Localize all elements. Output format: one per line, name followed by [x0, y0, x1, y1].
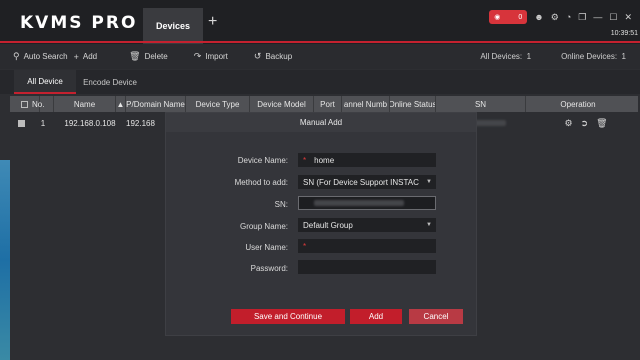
device-name-label: Device Name: — [237, 156, 288, 165]
password-input[interactable] — [298, 260, 436, 274]
cancel-button[interactable]: Cancel — [409, 309, 463, 324]
delete-label: Delete — [144, 52, 168, 61]
title-bar: KVMS PRO Devices + ◉ 0 ☻ ⚙ ◔ ❐ — ☐ ✕ 10:… — [0, 0, 640, 44]
col-port[interactable]: Port — [314, 96, 342, 112]
col-device-type[interactable]: Device Type — [186, 96, 250, 112]
save-and-continue-button[interactable]: Save and Continue — [231, 309, 345, 324]
group-name-select[interactable]: Default Group ▼ — [298, 218, 436, 232]
sn-label: SN: — [274, 200, 288, 209]
app-logo: KVMS PRO — [20, 13, 138, 33]
sn-input[interactable] — [298, 196, 436, 210]
delete-button[interactable]: 🗑 Delete — [129, 51, 168, 62]
add-button[interactable]: Add — [350, 309, 402, 324]
alarm-count: 0 — [518, 13, 523, 21]
add-label: Add — [82, 52, 98, 61]
alarm-bell-icon: ◉ — [494, 14, 501, 21]
chevron-down-icon: ▼ — [426, 179, 432, 185]
logout-device-icon[interactable]: ➲ — [581, 118, 589, 129]
chevron-down-icon: ▼ — [426, 222, 432, 228]
trash-icon: 🗑 — [129, 51, 141, 61]
device-subtabs: All Device Encode Device — [0, 70, 640, 94]
col-sn[interactable]: SN — [436, 96, 526, 112]
performance-icon[interactable]: ◔ — [566, 12, 571, 22]
col-ip-domain[interactable]: P/Domain Name — [126, 96, 186, 112]
col-device-model[interactable]: Device Model — [250, 96, 314, 112]
search-icon: ⚲ — [13, 51, 20, 61]
group-name-value: Default Group — [303, 220, 353, 230]
user-icon[interactable]: ☻ — [534, 12, 543, 22]
required-marker: * — [303, 241, 307, 251]
settings-icon[interactable]: ⚙ — [551, 12, 559, 23]
online-devices-count: Online Devices: 1 — [561, 52, 626, 61]
device-table-header: No. Name ▲ P/Domain Name Device Type Dev… — [10, 96, 638, 112]
add-button[interactable]: + Add — [74, 52, 98, 62]
dialog-title: Manual Add — [166, 113, 476, 132]
plus-icon: + — [73, 51, 79, 62]
import-button[interactable]: ↷ Import — [194, 51, 228, 62]
col-name[interactable]: Name — [54, 96, 116, 112]
sort-asc-icon[interactable]: ▲ — [116, 96, 126, 112]
close-icon[interactable]: ✕ — [624, 12, 632, 23]
col-online-status[interactable]: Online Status — [390, 96, 436, 112]
redacted-sn-input — [314, 200, 404, 206]
col-no[interactable]: No. — [32, 96, 54, 112]
row-operations: ⚙ ➲ 🗑 — [536, 115, 636, 131]
delete-device-icon[interactable]: 🗑 — [596, 118, 607, 129]
row-checkbox-cell[interactable] — [10, 115, 32, 131]
row-name: 192.168.0.108 — [64, 118, 116, 128]
tab-devices[interactable]: Devices — [143, 8, 203, 44]
col-operation: Operation — [560, 99, 596, 109]
backup-icon: ↺ — [253, 51, 262, 61]
method-to-add-value: SN (For Device Support INSTAC — [303, 177, 419, 187]
method-to-add-label: Method to add: — [234, 178, 288, 187]
select-all-checkbox[interactable] — [21, 100, 28, 108]
kvms-window: KVMS PRO Devices + ◉ 0 ☻ ⚙ ◔ ❐ — ☐ ✕ 10:… — [0, 0, 640, 360]
row-checkbox[interactable] — [17, 119, 25, 127]
required-marker: * — [303, 155, 307, 165]
add-tab-button[interactable]: + — [208, 13, 217, 31]
password-label: Password: — [250, 264, 288, 273]
row-no: 1 — [40, 118, 46, 128]
titlebar-controls: ◉ 0 ☻ ⚙ ◔ ❐ — ☐ ✕ — [489, 10, 632, 24]
user-name-label: User Name: — [245, 243, 288, 252]
minimize-icon[interactable]: — — [593, 12, 602, 22]
import-label: Import — [205, 52, 228, 61]
auto-search-label: Auto Search — [23, 52, 68, 61]
tab-encode-device[interactable]: Encode Device — [80, 70, 140, 94]
accent-line — [0, 41, 640, 43]
manual-add-dialog: Manual Add Device Name: * home Method to… — [165, 112, 477, 336]
clock: 10:39:51 — [610, 30, 638, 37]
group-name-label: Group Name: — [239, 222, 288, 231]
device-name-value: home — [314, 155, 335, 165]
alarm-badge[interactable]: ◉ 0 — [489, 10, 528, 24]
import-icon: ↷ — [193, 51, 202, 61]
maximize-icon[interactable]: ☐ — [609, 12, 617, 23]
backup-label: Backup — [265, 52, 293, 61]
restore-icon[interactable]: ❐ — [578, 12, 586, 23]
row-ip: 192.168 — [126, 118, 155, 128]
all-devices-count: All Devices: 1 — [480, 52, 532, 61]
col-channel-number[interactable]: annel Numb — [342, 96, 390, 112]
method-to-add-select[interactable]: SN (For Device Support INSTAC ▼ — [298, 175, 436, 189]
device-settings-icon[interactable]: ⚙ — [564, 118, 572, 129]
auto-search-button[interactable]: ⚲ Auto Search — [13, 51, 68, 62]
device-counts: All Devices: 1 Online Devices: 1 — [480, 52, 626, 61]
desktop-background-strip — [0, 160, 10, 360]
backup-button[interactable]: ↺ Backup — [254, 51, 292, 62]
user-name-input[interactable]: * — [298, 239, 436, 253]
device-name-input[interactable]: * home — [298, 153, 436, 167]
tab-all-device[interactable]: All Device — [14, 70, 76, 94]
